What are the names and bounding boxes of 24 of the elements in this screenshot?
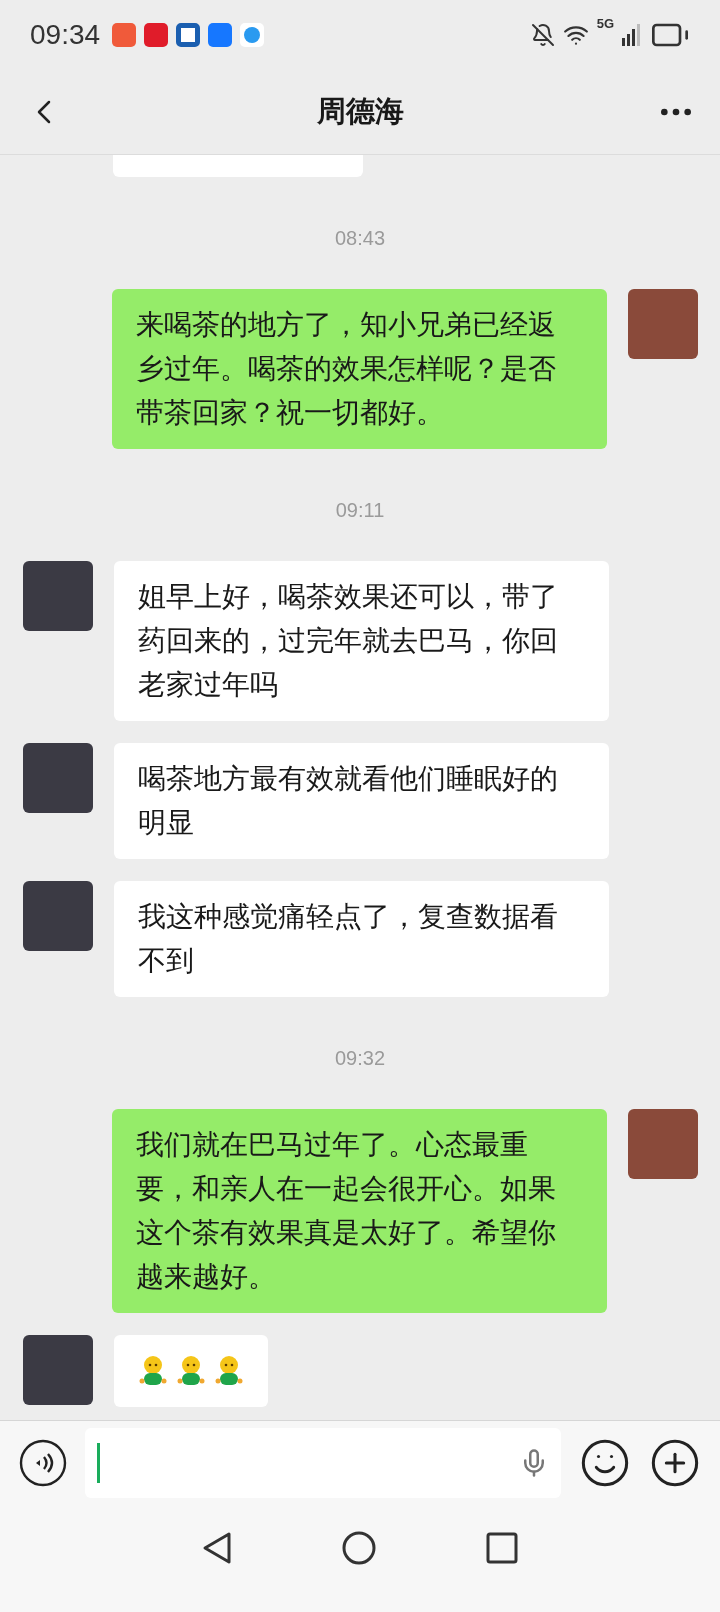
sent-message-bubble[interactable]: 来喝茶的地方了，知小兄弟已经返乡过年。喝茶的效果怎样呢？是否带茶回家？祝一切都好。	[112, 289, 607, 449]
back-nav-icon[interactable]	[202, 1531, 232, 1565]
status-time: 09:34	[30, 18, 101, 52]
received-message-bubble[interactable]: 姐早上好，喝茶效果还可以，带了药回来的，过完年就去巴马，你回老家过年吗	[114, 561, 609, 721]
notification-icon	[112, 23, 137, 47]
received-message-bubble[interactable]: 喝茶地方最有效就看他们睡眠好的明显	[114, 743, 609, 859]
emoji-message-bubble[interactable]	[114, 1335, 268, 1407]
recents-nav-icon[interactable]	[486, 1532, 518, 1564]
message-input-field[interactable]	[85, 1427, 561, 1498]
received-message-bubble[interactable]: 我这种感觉痛轻点了，复查数据看不到	[114, 881, 609, 997]
timestamp: 09:32	[334, 1046, 386, 1071]
notification-icon	[144, 23, 169, 47]
bell-off-icon	[530, 23, 555, 47]
signal-icon	[622, 24, 642, 46]
notification-icon	[208, 23, 233, 47]
notification-icon	[240, 23, 265, 47]
voice-icon[interactable]	[19, 1438, 67, 1487]
network-type: 5G	[596, 17, 614, 30]
chat-title: 周德海	[316, 94, 404, 130]
home-nav-icon[interactable]	[342, 1531, 376, 1565]
sent-message-bubble[interactable]: 我们就在巴马过年了。心态最重要，和亲人在一起会很开心。如果这个茶有效果真是太好了。希望你越来越好。	[112, 1109, 607, 1313]
timestamp: 08:43	[334, 226, 386, 251]
notification-icon	[176, 23, 201, 47]
timestamp: 09:11	[335, 498, 385, 523]
